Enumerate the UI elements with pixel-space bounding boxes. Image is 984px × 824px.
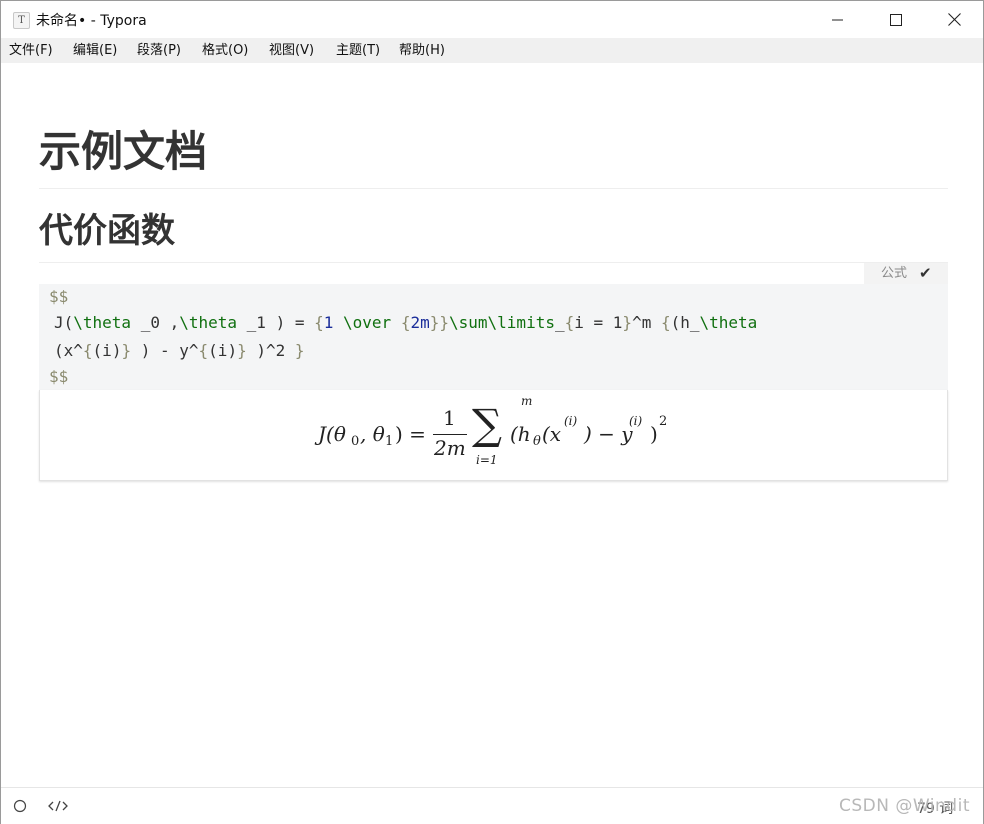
maximize-button[interactable] <box>867 1 925 38</box>
formula-sup-2: (i) <box>629 414 643 428</box>
typora-window: T 未命名• - Typora 文件(F) 编辑(E) 段落(P) 格式(O) … <box>0 0 984 824</box>
heading-1-divider <box>39 188 948 189</box>
math-block[interactable]: 公式 ✔ $$ J(\theta _0 ,\theta _1 ) = {1 \o… <box>39 263 948 481</box>
watermark: CSDN @Windit <box>839 796 970 816</box>
formula-body-d: ) <box>650 422 658 446</box>
menu-paragraph[interactable]: 段落(P) <box>137 38 181 63</box>
formula-denominator: 2m <box>434 436 466 460</box>
math-delimiter-open: $$ <box>49 287 69 306</box>
minimize-button[interactable] <box>809 1 867 38</box>
minimize-icon <box>832 19 843 20</box>
math-preview: J(θ 0 , θ 1 ) = 1 2m m ∑ i=1 (h θ (x (i)… <box>39 390 948 481</box>
heading-2[interactable]: 代价函数 <box>39 207 175 255</box>
formula-mid: , θ <box>360 422 385 446</box>
formula-sup-1: (i) <box>564 414 578 428</box>
title-bar[interactable]: T 未命名• - Typora <box>1 1 983 38</box>
math-tag-label: 公式 <box>881 266 908 281</box>
fraction-bar <box>433 434 467 435</box>
formula-numerator: 1 <box>443 406 456 430</box>
sum-symbol: ∑ <box>472 400 502 449</box>
window-title: 未命名• - Typora <box>36 13 147 29</box>
math-source-line-1: J(\theta _0 ,\theta _1 ) = {1 \over {2m}… <box>54 313 758 332</box>
formula-sub-0: 0 <box>351 434 360 449</box>
math-block-tag[interactable]: 公式 ✔ <box>864 263 948 284</box>
formula-body-a: (h <box>510 422 531 446</box>
math-source-line-2: (x^{(i)} ) - y^{(i)} )^2 } <box>54 341 305 360</box>
menu-file[interactable]: 文件(F) <box>9 38 53 63</box>
check-icon[interactable]: ✔ <box>919 263 932 284</box>
sum-lower-limit: i=1 <box>476 453 498 467</box>
status-bar: 79 词 <box>1 787 983 824</box>
menu-bar: 文件(F) 编辑(E) 段落(P) 格式(O) 视图(V) 主题(T) 帮助(H… <box>1 38 983 63</box>
code-icon <box>48 800 68 812</box>
outline-toggle-button[interactable] <box>13 798 27 817</box>
rendered-formula: J(θ 0 , θ 1 ) = 1 2m m ∑ i=1 (h θ (x (i)… <box>318 394 698 470</box>
close-icon <box>947 13 961 26</box>
menu-edit[interactable]: 编辑(E) <box>73 38 117 63</box>
typora-app-icon: T <box>13 12 30 29</box>
math-delimiter-close: $$ <box>49 367 69 386</box>
formula-equals: ) = <box>395 422 426 446</box>
formula-power: 2 <box>659 414 668 429</box>
circle-icon <box>13 799 27 813</box>
close-button[interactable] <box>925 1 983 38</box>
menu-theme[interactable]: 主题(T) <box>336 38 380 63</box>
formula-h-sub: θ <box>533 434 541 449</box>
formula-body-c: ) − y <box>584 422 633 446</box>
menu-view[interactable]: 视图(V) <box>269 38 314 63</box>
heading-1[interactable]: 示例文档 <box>39 123 207 181</box>
editor-area[interactable]: 示例文档 代价函数 公式 ✔ $$ J(\theta _0 ,\theta _1… <box>1 63 983 787</box>
menu-format[interactable]: 格式(O) <box>202 38 248 63</box>
formula-body-b: (x <box>542 422 562 446</box>
menu-help[interactable]: 帮助(H) <box>399 38 445 63</box>
source-mode-button[interactable] <box>48 798 68 817</box>
formula-lhs: J(θ <box>318 422 346 446</box>
maximize-icon <box>890 13 902 26</box>
math-source-editor[interactable]: $$ J(\theta _0 ,\theta _1 ) = {1 \over {… <box>39 284 948 390</box>
sum-upper-limit: m <box>521 394 533 408</box>
formula-sub-1: 1 <box>385 434 394 449</box>
